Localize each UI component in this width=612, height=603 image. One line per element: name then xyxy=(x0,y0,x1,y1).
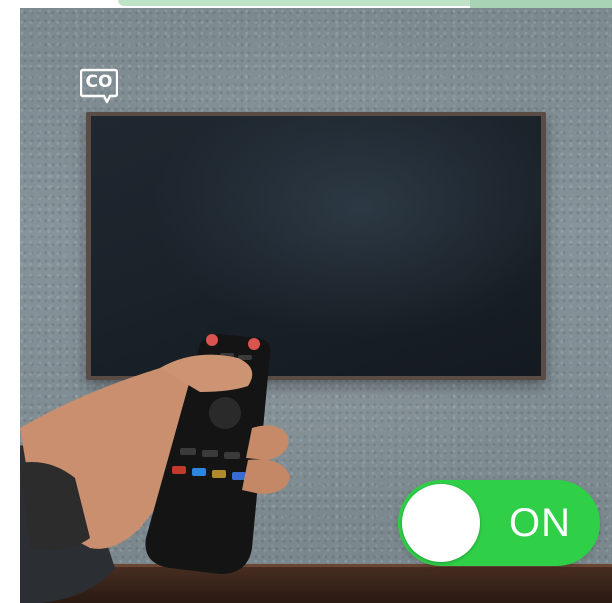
finger xyxy=(246,425,289,460)
remote-red-button xyxy=(248,338,260,350)
banner-strip-center xyxy=(118,0,478,6)
remote-button xyxy=(180,448,196,455)
power-toggle[interactable]: ON xyxy=(398,480,600,566)
living-room-photo: CO ON xyxy=(20,8,612,603)
top-banner-strip xyxy=(0,0,612,8)
promo-image: CO ON xyxy=(0,0,612,603)
remote-dpad xyxy=(209,397,241,429)
remote-button xyxy=(202,450,218,457)
banner-strip-right xyxy=(470,0,612,8)
finger xyxy=(242,459,290,494)
remote-button xyxy=(224,452,240,459)
remote-color-button xyxy=(172,466,186,474)
remote-red-button xyxy=(206,334,218,346)
remote-color-button xyxy=(232,472,246,480)
toggle-knob[interactable] xyxy=(402,484,480,562)
remote-color-button xyxy=(192,468,206,476)
remote-color-button xyxy=(212,470,226,478)
toggle-label: ON xyxy=(509,501,571,545)
